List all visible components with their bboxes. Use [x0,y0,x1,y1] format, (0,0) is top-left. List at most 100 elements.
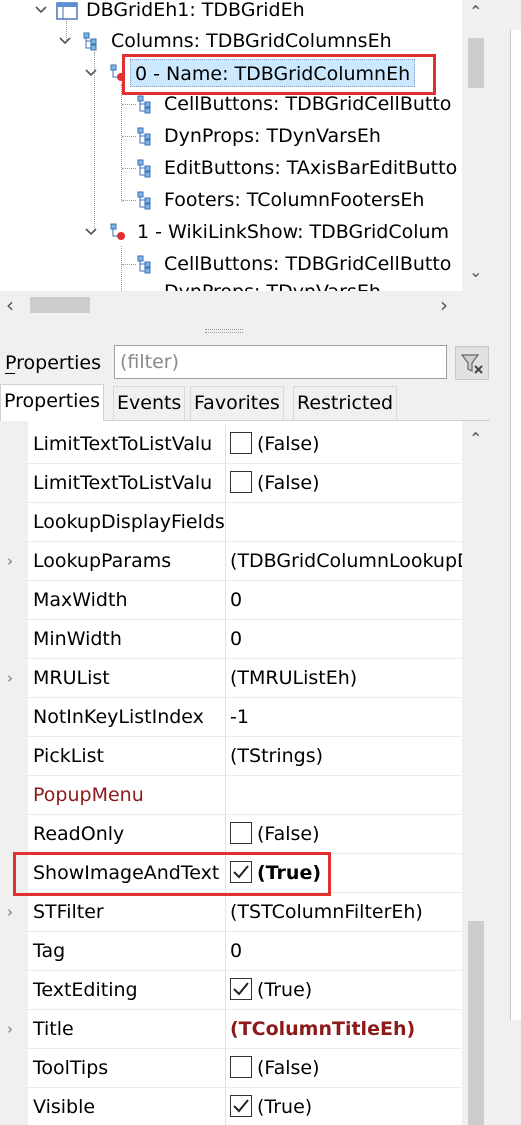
property-name: LimitTextToListValu [28,425,226,464]
tree-node-dynprops[interactable]: DynProps: TDynVarsEh [0,276,462,291]
property-name: LimitTextToListValu [28,464,226,503]
property-value[interactable]: (TColumnTitleEh) [226,1010,462,1049]
property-row[interactable]: MinWidth 0 [0,620,462,659]
tree-horizontal-scrollbar[interactable]: ‹ › [0,291,490,320]
filter-input[interactable] [114,345,447,379]
property-row[interactable]: MaxWidth 0 [0,581,462,620]
property-row[interactable]: › Title (TColumnTitleEh) [0,1010,462,1049]
property-value[interactable]: (TStrings) [226,737,462,776]
property-row[interactable]: LookupDisplayFields [0,503,462,542]
panel-splitter[interactable] [0,320,490,342]
property-value[interactable]: (TSTColumnFilterEh) [226,893,462,932]
property-row[interactable]: › LookupParams (TDBGridColumnLookupDa [0,542,462,581]
tab-favorites[interactable]: Favorites [190,386,284,420]
property-value[interactable]: (True) [226,971,462,1010]
scroll-right-arrow-icon[interactable]: › [440,295,448,315]
splitter-grip-icon [205,329,243,333]
property-value[interactable]: (True) [226,1088,462,1125]
highlight-box [122,54,436,95]
property-row[interactable]: ReadOnly (False) [0,815,462,854]
expand-arrow-icon[interactable]: › [7,671,13,686]
collection-icon [137,95,151,114]
tab-restricted[interactable]: Restricted [293,386,398,420]
property-name: PopupMenu [28,776,226,815]
property-value[interactable]: 0 [226,581,462,620]
accelerator-underline [5,373,15,374]
grid-component-icon [56,2,78,20]
scrollbar-thumb[interactable] [468,38,484,88]
tree-vertical-scrollbar[interactable]: ⌃ ⌄ [462,0,490,291]
property-value[interactable]: (TDBGridColumnLookupDa [226,542,462,581]
collection-icon [137,255,151,274]
filter-bar: Properties [0,342,490,384]
property-row[interactable]: › MRUList (TMRUListEh) [0,659,462,698]
scrollbar-thumb[interactable] [30,297,90,313]
tree-node-editbuttons[interactable]: EditButtons: TAxisBarEditButto [0,152,462,184]
property-value[interactable] [226,503,462,542]
property-row[interactable]: LimitTextToListValu (False) [0,425,462,464]
property-row[interactable]: PopupMenu [0,776,462,815]
property-name: Visible [28,1088,226,1125]
chevron-down-icon[interactable] [58,34,72,48]
adjacent-panel-border [510,30,521,1020]
property-row[interactable]: TextEditing (True) [0,971,462,1010]
tab-properties[interactable]: Properties [0,384,105,421]
checkbox[interactable] [230,471,252,493]
property-name: NotInKeyListIndex [28,698,226,737]
property-value[interactable] [226,776,462,815]
checkbox[interactable] [230,822,252,844]
clear-filter-button[interactable] [455,346,489,380]
property-name: MinWidth [28,620,226,659]
tree-node-column-wikilink[interactable]: 1 - WikiLinkShow: TDBGridColum [0,216,462,248]
property-value[interactable]: (False) [226,464,462,503]
tree-node-dbgrid[interactable]: DBGridEh1: TDBGridEh [0,0,462,26]
chevron-down-icon[interactable] [84,225,98,239]
structure-tree[interactable]: DBGridEh1: TDBGridEh Columns: TDBGridCol… [0,0,490,291]
property-value[interactable]: (False) [226,815,462,854]
chevron-down-icon[interactable] [84,66,98,80]
adjacent-panel-edge [490,0,521,1125]
property-value[interactable]: (False) [226,1049,462,1088]
scroll-down-arrow-icon[interactable]: ⌄ [469,262,482,282]
checkbox[interactable] [230,1056,252,1078]
collection-icon [137,191,151,210]
expand-arrow-icon[interactable]: › [7,1022,13,1037]
property-row[interactable]: Visible (True) [0,1088,462,1125]
tree-node-label: Footers: TColumnFootersEh [164,189,425,211]
property-name: LookupParams [28,542,226,581]
checkmark-icon [233,1099,249,1113]
scroll-up-arrow-icon[interactable]: ⌃ [469,429,482,449]
tab-bar: Properties Events Favorites Restricted [0,384,490,421]
property-value[interactable]: (TMRUListEh) [226,659,462,698]
tree-node-footers[interactable]: Footers: TColumnFootersEh [0,184,462,216]
checkbox[interactable] [230,1095,252,1117]
expand-arrow-icon[interactable]: › [7,905,13,920]
grid-vertical-scrollbar[interactable]: ⌃ [462,421,490,1125]
property-row[interactable]: LimitTextToListValu (False) [0,464,462,503]
property-value[interactable]: -1 [226,698,462,737]
tab-events[interactable]: Events [113,386,186,420]
collection-icon [137,127,151,146]
checkbox[interactable] [230,978,252,1000]
tree-node-columns[interactable]: Columns: TDBGridColumnsEh [0,25,462,57]
tree-node-label: EditButtons: TAxisBarEditButto [164,157,458,179]
checkbox[interactable] [230,432,252,454]
property-value[interactable]: (False) [226,425,462,464]
scroll-left-arrow-icon[interactable]: ‹ [6,295,14,315]
property-row[interactable]: PickList (TStrings) [0,737,462,776]
scroll-up-arrow-icon[interactable]: ⌃ [469,2,482,22]
property-row[interactable]: NotInKeyListIndex -1 [0,698,462,737]
property-row[interactable]: Tag 0 [0,932,462,971]
property-name: Tag [28,932,226,971]
property-name: TextEditing [28,971,226,1010]
tree-node-dynprops[interactable]: DynProps: TDynVarsEh [0,120,462,152]
property-value[interactable]: 0 [226,620,462,659]
property-row[interactable]: › STFilter (TSTColumnFilterEh) [0,893,462,932]
property-value[interactable]: 0 [226,932,462,971]
checkmark-icon [233,982,249,996]
property-grid[interactable]: LimitTextToListValu (False) LimitTextToL… [0,420,490,1125]
expand-arrow-icon[interactable]: › [7,554,13,569]
property-row[interactable]: ToolTips (False) [0,1049,462,1088]
chevron-down-icon[interactable] [34,3,48,17]
scrollbar-thumb[interactable] [468,921,484,1125]
